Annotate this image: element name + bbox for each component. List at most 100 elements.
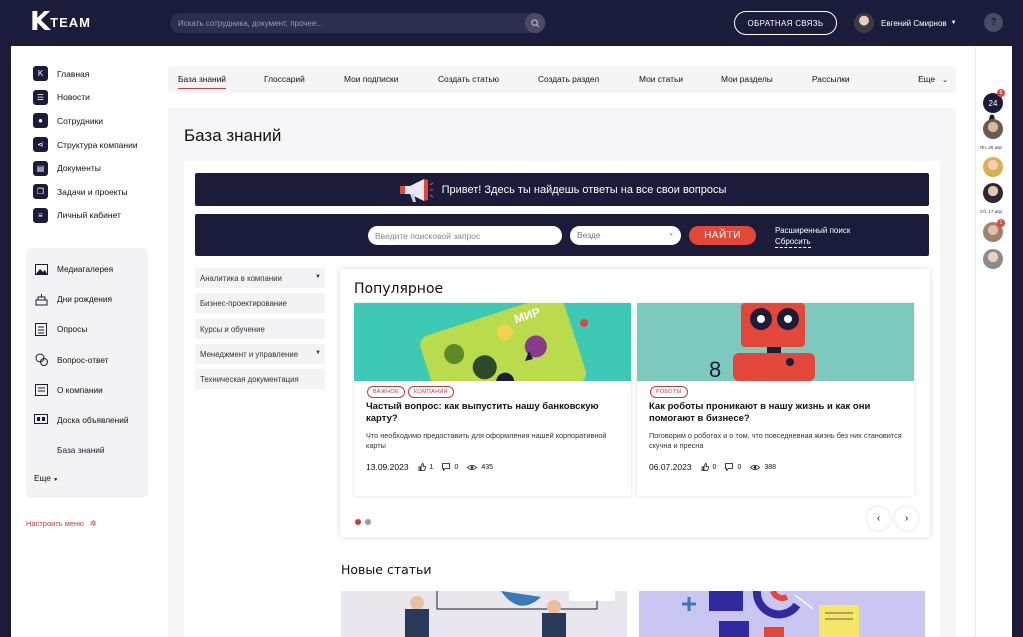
reset-link[interactable]: Сбросить: [775, 236, 811, 248]
search-icon[interactable]: [525, 13, 545, 33]
primary-nav: K Главная ☰ Новости ● Сотрудники ⋖ Струк…: [33, 62, 138, 227]
avatar[interactable]: [983, 119, 1003, 139]
secondary-nav: Медиагалерея Дни рождения Опросы Вопрос-…: [34, 254, 129, 465]
sidebar-item-gallery[interactable]: Медиагалерея: [34, 254, 129, 284]
article-date: 06.07.2023: [649, 462, 692, 472]
chevron-down-icon: ⌄: [668, 230, 674, 237]
customize-menu-link[interactable]: Настроить меню ✲: [26, 519, 97, 528]
comment-icon: [442, 463, 451, 471]
popular-title: Популярное: [354, 281, 444, 297]
carousel-dot-active[interactable]: [355, 519, 361, 525]
sidebar-item-about[interactable]: О компании: [34, 375, 129, 405]
article-tags: РОБОТЫ: [650, 386, 691, 398]
article-date: 13.09.2023: [366, 462, 409, 472]
article-tags: ВАЖНОЕ КОМПАНИЯ: [367, 386, 457, 398]
tab-knowledge-base[interactable]: База знаний: [178, 74, 226, 89]
new-article-image-business[interactable]: [341, 591, 627, 637]
article-image-robot: 8: [637, 303, 914, 381]
sidebar-item-knowledge-base[interactable]: База знаний: [34, 435, 129, 465]
category-item[interactable]: Аналитика в компании ▼: [195, 268, 325, 288]
tab-my-articles[interactable]: Мои статьи: [639, 74, 683, 84]
logo-text: TEAM: [50, 14, 91, 30]
category-label: Курсы и обучение: [200, 324, 265, 334]
sidebar-item-news[interactable]: ☰ Новости: [33, 86, 138, 110]
kb-search-input[interactable]: [368, 226, 562, 245]
sidebar-item-tasks[interactable]: ❐ Задачи и проекты: [33, 180, 138, 204]
tabs-more-button[interactable]: Еще ⌄: [918, 74, 948, 84]
advanced-search-link[interactable]: Расширенный поиск: [775, 225, 850, 236]
likes-counter[interactable]: 0: [701, 463, 716, 471]
tab-my-sections[interactable]: Мои разделы: [721, 74, 773, 84]
category-item[interactable]: Техническая документация: [195, 369, 325, 390]
customize-menu-label: Настроить меню: [26, 519, 84, 528]
page-title: База знаний: [184, 126, 282, 145]
article-card[interactable]: МИР ВАЖНОЕ КОМПАНИЯ Частый вопрос: как в…: [354, 303, 631, 496]
global-search-input[interactable]: [178, 16, 508, 30]
svg-text:8: 8: [709, 357, 721, 381]
chevron-down-icon: ⌄: [942, 77, 948, 84]
sidebar-item-board[interactable]: Доска объявлений: [34, 405, 129, 435]
tag-badge[interactable]: КОМПАНИЯ: [407, 386, 454, 398]
welcome-banner: Привет! Здесь ты найдешь ответы на все с…: [195, 173, 929, 206]
likes-counter[interactable]: 1: [418, 463, 433, 471]
logo-icon: K: [33, 66, 48, 82]
sidebar-item-employees[interactable]: ● Сотрудники: [33, 109, 138, 133]
feedback-button[interactable]: ОБРАТНАЯ СВЯЗЬ: [734, 11, 837, 35]
views-count: 435: [481, 463, 494, 471]
tag-badge[interactable]: ВАЖНОЕ: [367, 386, 405, 398]
category-item[interactable]: Менеджмент и управление ▼: [195, 343, 325, 364]
views-counter: 435: [467, 464, 493, 471]
app-logo[interactable]: K TEAM: [30, 7, 91, 37]
sidebar-item-documents[interactable]: ▤ Документы: [33, 156, 138, 180]
article-card[interactable]: 8 РОБОТЫ Как роботы проникают в нашу жиз…: [637, 303, 914, 496]
article-meta: 06.07.2023 0 0 388: [649, 462, 776, 472]
user-menu[interactable]: Евгений Смирнов ▼: [854, 13, 957, 33]
eye-icon: [750, 464, 761, 470]
sidebar-item-polls[interactable]: Опросы: [34, 314, 129, 344]
caret-down-icon: ▼: [950, 20, 957, 26]
avatar[interactable]: [983, 157, 1003, 177]
notification-badge: 6: [997, 89, 1005, 97]
calendar-widget[interactable]: 24 6: [983, 89, 1005, 113]
notification-badge: 1: [997, 219, 1005, 227]
category-item[interactable]: Курсы и обучение: [195, 318, 325, 339]
sidebar-item-profile[interactable]: ≡ Личный кабинет: [33, 204, 138, 228]
comments-counter[interactable]: 0: [725, 463, 741, 471]
help-icon[interactable]: ?: [984, 13, 1003, 32]
article-title[interactable]: Частый вопрос: как выпустить нашу банков…: [366, 401, 616, 424]
new-article-image-analytics[interactable]: [639, 591, 925, 637]
category-label: Бизнес-проектирование: [200, 299, 287, 309]
next-arrow-icon[interactable]: ›: [895, 507, 918, 530]
content-area: База знаний Привет! Здесь ты найдешь отв…: [168, 108, 956, 637]
sidebar-item-home[interactable]: K Главная: [33, 62, 138, 86]
comments-counter[interactable]: 0: [442, 463, 458, 471]
tab-create-section[interactable]: Создать раздел: [538, 74, 599, 84]
tag-badge[interactable]: РОБОТЫ: [650, 386, 688, 398]
tab-create-article[interactable]: Создать статью: [438, 74, 499, 84]
scope-select-value: Везде: [577, 230, 601, 240]
avatar[interactable]: [983, 249, 1003, 269]
carousel-dot[interactable]: [365, 519, 371, 525]
tab-mailings[interactable]: Рассылки: [812, 74, 850, 84]
prev-arrow-icon[interactable]: ‹: [867, 507, 890, 530]
eye-icon: [467, 464, 478, 470]
logo-letter: K: [30, 7, 50, 37]
search-options: Расширенный поиск Сбросить: [775, 225, 850, 248]
cake-icon: [34, 292, 48, 306]
avatar[interactable]: [983, 183, 1003, 203]
sidebar-item-structure[interactable]: ⋖ Структура компании: [33, 133, 138, 157]
sidebar-item-label: Документы: [57, 163, 101, 174]
tasks-icon: ❐: [33, 184, 48, 200]
find-button[interactable]: НАЙТИ: [689, 226, 756, 245]
sidebar-more-button[interactable]: Еще ▼: [34, 473, 58, 483]
category-item[interactable]: Бизнес-проектирование: [195, 293, 325, 314]
avatar[interactable]: 1: [983, 219, 1005, 242]
tab-subscriptions[interactable]: Мои подписки: [344, 74, 398, 84]
sidebar-item-qa[interactable]: Вопрос-ответ: [34, 345, 129, 375]
tab-glossary[interactable]: Глоссарий: [264, 74, 305, 84]
article-title[interactable]: Как роботы проникают в нашу жизнь и как …: [649, 401, 899, 424]
scope-select[interactable]: Везде ⌄: [570, 226, 681, 245]
sidebar-item-label: Медиагалерея: [57, 264, 114, 275]
global-search: [170, 13, 546, 33]
sidebar-item-birthdays[interactable]: Дни рождения: [34, 284, 129, 314]
